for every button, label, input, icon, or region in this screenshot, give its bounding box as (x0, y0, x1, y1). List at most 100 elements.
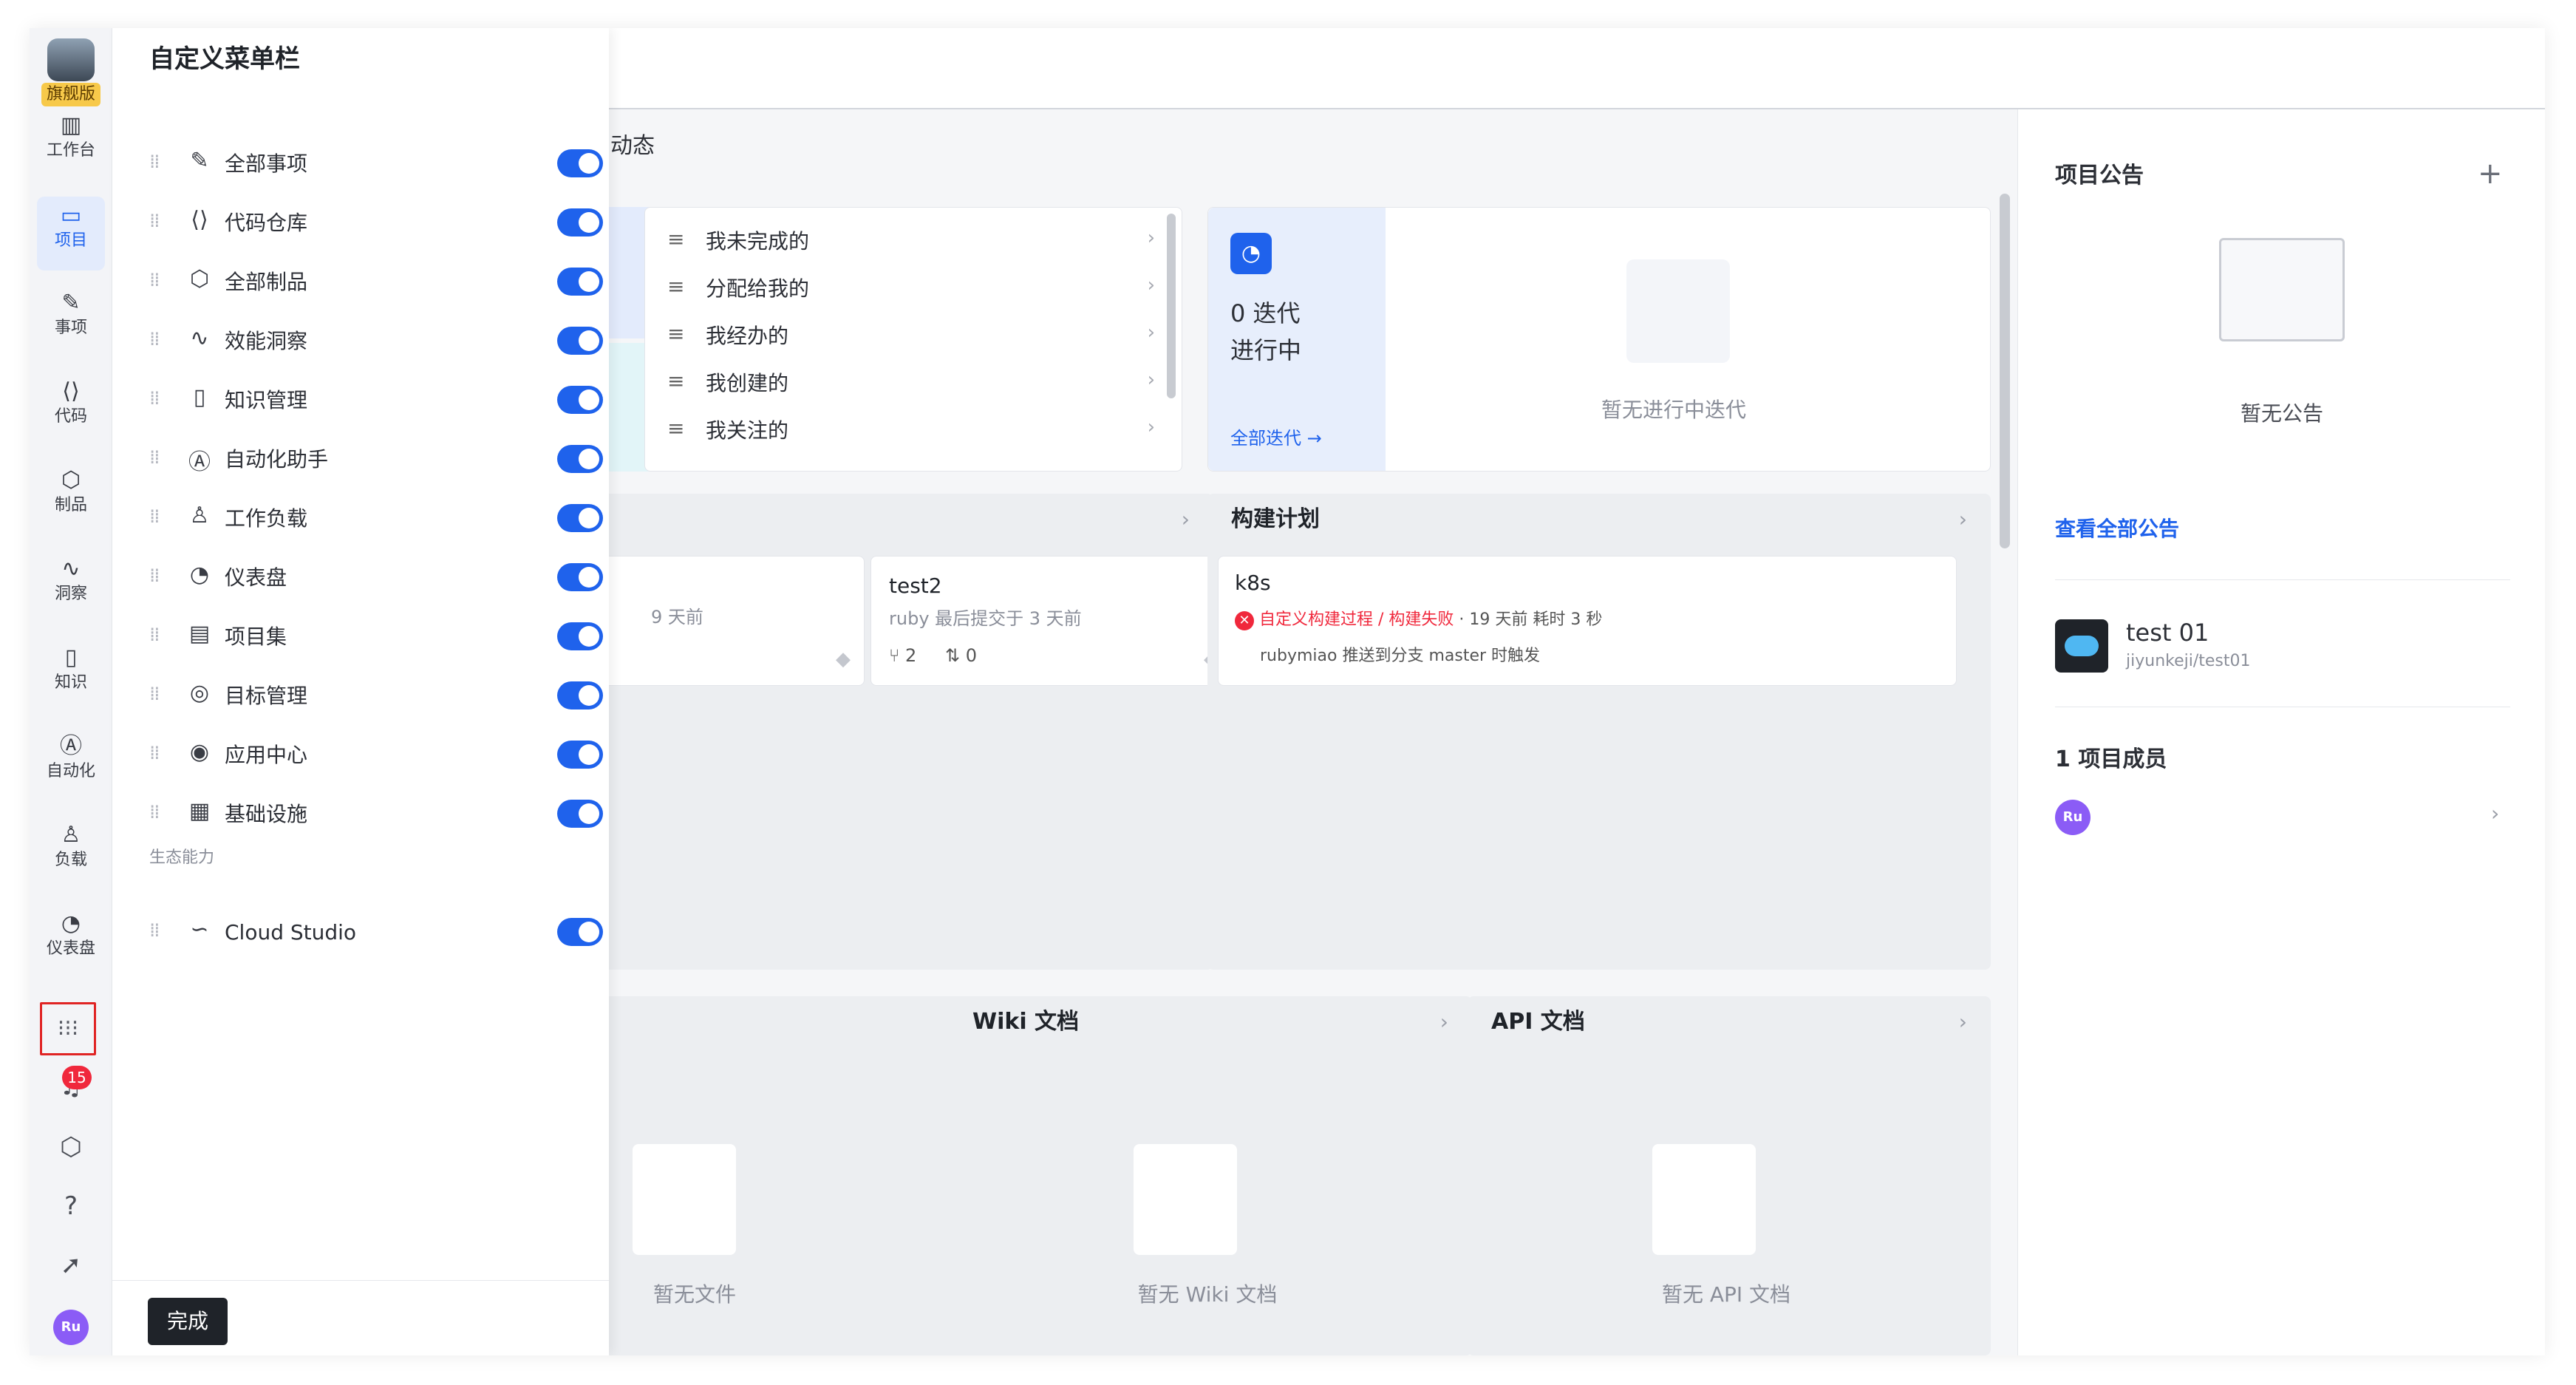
merge-request-icon: ⇅ (945, 645, 966, 666)
error-icon: ✕ (1235, 611, 1254, 630)
filter-item[interactable]: ≡ 我经办的 › (667, 314, 1155, 361)
repo-panel: › 9 天前 ◆ test2 ruby 最后提交于 3 天前 ⑂ 2 ⇅ 0 ◆ (547, 494, 1233, 970)
drag-handle-icon[interactable]: ⁞⁞ (149, 624, 160, 646)
filter-icon: ≡ (667, 321, 685, 346)
drag-handle-icon[interactable]: ⁞⁞ (149, 506, 160, 528)
chevron-right-icon[interactable]: › (1959, 507, 1967, 531)
filter-item[interactable]: ≡ 我关注的 › (667, 409, 1155, 456)
settings-icon: ⬡ (60, 1132, 82, 1162)
workload-icon: ♙ (61, 822, 81, 848)
toggle-switch[interactable] (557, 563, 603, 591)
menu-item[interactable]: ⁞⁞ ◔ 仪表盘 (112, 548, 609, 608)
app-center-icon: ◉ (189, 739, 210, 765)
announce-title: 项目公告 (2055, 163, 2144, 188)
drag-handle-icon[interactable]: ⁞⁞ (149, 269, 160, 291)
drag-handle-icon[interactable]: ⁞⁞ (149, 151, 160, 173)
menu-item[interactable]: ⁞⁞ ▤ 项目集 (112, 608, 609, 667)
drag-handle-icon[interactable]: ⁞⁞ (149, 446, 160, 469)
add-announce-button[interactable]: + (2478, 157, 2503, 191)
drag-handle-icon[interactable]: ⁞⁞ (149, 210, 160, 232)
build-job-name: k8s (1235, 571, 1271, 595)
toggle-switch[interactable] (557, 327, 603, 355)
main-scrollbar[interactable] (2000, 194, 2010, 548)
notification-button[interactable]: ♫15 (30, 1066, 112, 1101)
repo-card[interactable]: test2 ruby 最后提交于 3 天前 ⑂ 2 ⇅ 0 ◆ (870, 556, 1233, 686)
nav-issue[interactable]: ✎ 事项 (30, 288, 112, 338)
iteration-icon: ◔ (1230, 233, 1272, 274)
chevron-right-icon[interactable]: › (1182, 507, 1190, 531)
nav-artifact[interactable]: ⬡ 制品 (30, 466, 112, 516)
scrollbar[interactable] (1167, 214, 1176, 398)
nav-workload[interactable]: ♙ 负载 (30, 820, 112, 871)
menu-item[interactable]: ⁞⁞ ◎ 目标管理 (112, 667, 609, 726)
menu-item[interactable]: ⁞⁞ ♙ 工作负载 (112, 489, 609, 548)
settings-button[interactable]: ⬡ (30, 1132, 112, 1162)
done-button[interactable]: 完成 (148, 1298, 228, 1345)
menu-title: 自定义菜单栏 (149, 44, 300, 74)
menu-item[interactable]: ⁞⁞ ▦ 基础设施 (112, 785, 609, 844)
toggle-switch[interactable] (557, 208, 603, 236)
wiki-panel: Wiki 文档 › 暂无 Wiki 文档 (949, 996, 1472, 1355)
build-job-card[interactable]: k8s ✕ 自定义构建过程 / 构建失败 · 19 天前 耗时 3 秒 ruby… (1218, 556, 1957, 686)
code-icon: ⟨⟩ (62, 378, 80, 404)
nav-code[interactable]: ⟨⟩ 代码 (30, 377, 112, 427)
filter-item[interactable]: ≡ 分配给我的 › (667, 267, 1155, 314)
member-avatar[interactable]: Ru (2055, 800, 2091, 835)
customize-menu-panel: 自定义菜单栏 ⁞⁞ ✎ 全部事项 ⁞⁞ ⟨⟩ 代码仓库 ⁞⁞ ⬡ 全部制品 ⁞⁞ ∿ 效能洞察 ⁞⁞ ▯ 知… (112, 28, 609, 1355)
help-button[interactable]: ? (30, 1191, 112, 1221)
toggle-switch[interactable] (557, 268, 603, 296)
drag-handle-icon[interactable]: ⁞⁞ (149, 919, 160, 942)
filter-item[interactable]: ≡ 我未完成的 › (667, 220, 1155, 267)
chevron-right-icon[interactable]: › (1959, 1010, 1967, 1034)
all-iterations-link[interactable]: 全部迭代 → (1230, 423, 1322, 449)
menu-item[interactable]: ⁞⁞ ✎ 全部事项 (112, 135, 609, 194)
team-brand[interactable]: 旗舰版 (41, 38, 100, 106)
user-avatar[interactable]: Ru (53, 1310, 89, 1345)
toggle-switch[interactable] (557, 800, 603, 828)
drag-handle-icon[interactable]: ⁞⁞ (149, 565, 160, 587)
drag-handle-icon[interactable]: ⁞⁞ (149, 387, 160, 409)
toggle-switch[interactable] (557, 149, 603, 177)
toggle-switch[interactable] (557, 504, 603, 532)
chevron-right-icon[interactable]: › (1440, 1010, 1448, 1034)
insight-icon: ∿ (61, 556, 81, 582)
drag-handle-icon[interactable]: ⁞⁞ (149, 328, 160, 350)
menu-item[interactable]: ⁞⁞ ⟨⟩ 代码仓库 (112, 194, 609, 253)
nav-project[interactable]: ▭ 项目 (37, 197, 105, 270)
toggle-switch[interactable] (557, 622, 603, 650)
iteration-empty-text: 暂无进行中迭代 (1601, 398, 1746, 422)
menu-item-cloud-studio[interactable]: ⁞⁞ ∽ Cloud Studio (112, 903, 609, 962)
workload-icon: ♙ (189, 503, 210, 528)
toggle-switch[interactable] (557, 741, 603, 769)
plus-icon: + (2478, 157, 2503, 191)
toggle-switch[interactable] (557, 681, 603, 709)
filter-item[interactable]: ≡ 我创建的 › (667, 361, 1155, 409)
gauge-icon: ◔ (61, 911, 81, 936)
launch-button[interactable]: ➚ (30, 1250, 112, 1280)
drag-handle-icon[interactable]: ⁞⁞ (149, 801, 160, 823)
menu-item[interactable]: ⁞⁞ Ⓐ 自动化助手 (112, 430, 609, 489)
drag-handle-icon[interactable]: ⁞⁞ (149, 683, 160, 705)
build-status: 自定义构建过程 / 构建失败 (1259, 610, 1454, 629)
view-all-announcements-link[interactable]: 查看全部公告 (2055, 513, 2179, 542)
build-trigger: rubymiao 推送到分支 master 时触发 (1260, 647, 1541, 665)
nav-workbench[interactable]: ▥ 工作台 (30, 111, 112, 161)
nav-gauge[interactable]: ◔ 仪表盘 (30, 909, 112, 959)
customize-menu-button[interactable]: ⁝⁝⁝ (40, 1002, 96, 1055)
chevron-right-icon[interactable]: › (2491, 801, 2499, 826)
menu-item[interactable]: ⁞⁞ ⬡ 全部制品 (112, 253, 609, 312)
drag-handle-icon[interactable]: ⁞⁞ (149, 742, 160, 764)
menu-item[interactable]: ⁞⁞ ◉ 应用中心 (112, 726, 609, 785)
insight-icon: ∿ (190, 325, 209, 351)
build-duration: 耗时 3 秒 (1533, 610, 1603, 629)
nav-automation[interactable]: Ⓐ 自动化 (30, 732, 112, 782)
toggle-switch[interactable] (557, 445, 603, 473)
toggle-switch[interactable] (557, 918, 603, 946)
nav-knowledge[interactable]: ▯ 知识 (30, 643, 112, 693)
menu-item[interactable]: ⁞⁞ ∿ 效能洞察 (112, 312, 609, 371)
toggle-switch[interactable] (557, 386, 603, 414)
knowledge-icon: ▯ (193, 384, 206, 410)
menu-item[interactable]: ⁞⁞ ▯ 知识管理 (112, 371, 609, 430)
nav-insight[interactable]: ∿ 洞察 (30, 554, 112, 605)
chevron-right-icon: › (1147, 416, 1155, 438)
